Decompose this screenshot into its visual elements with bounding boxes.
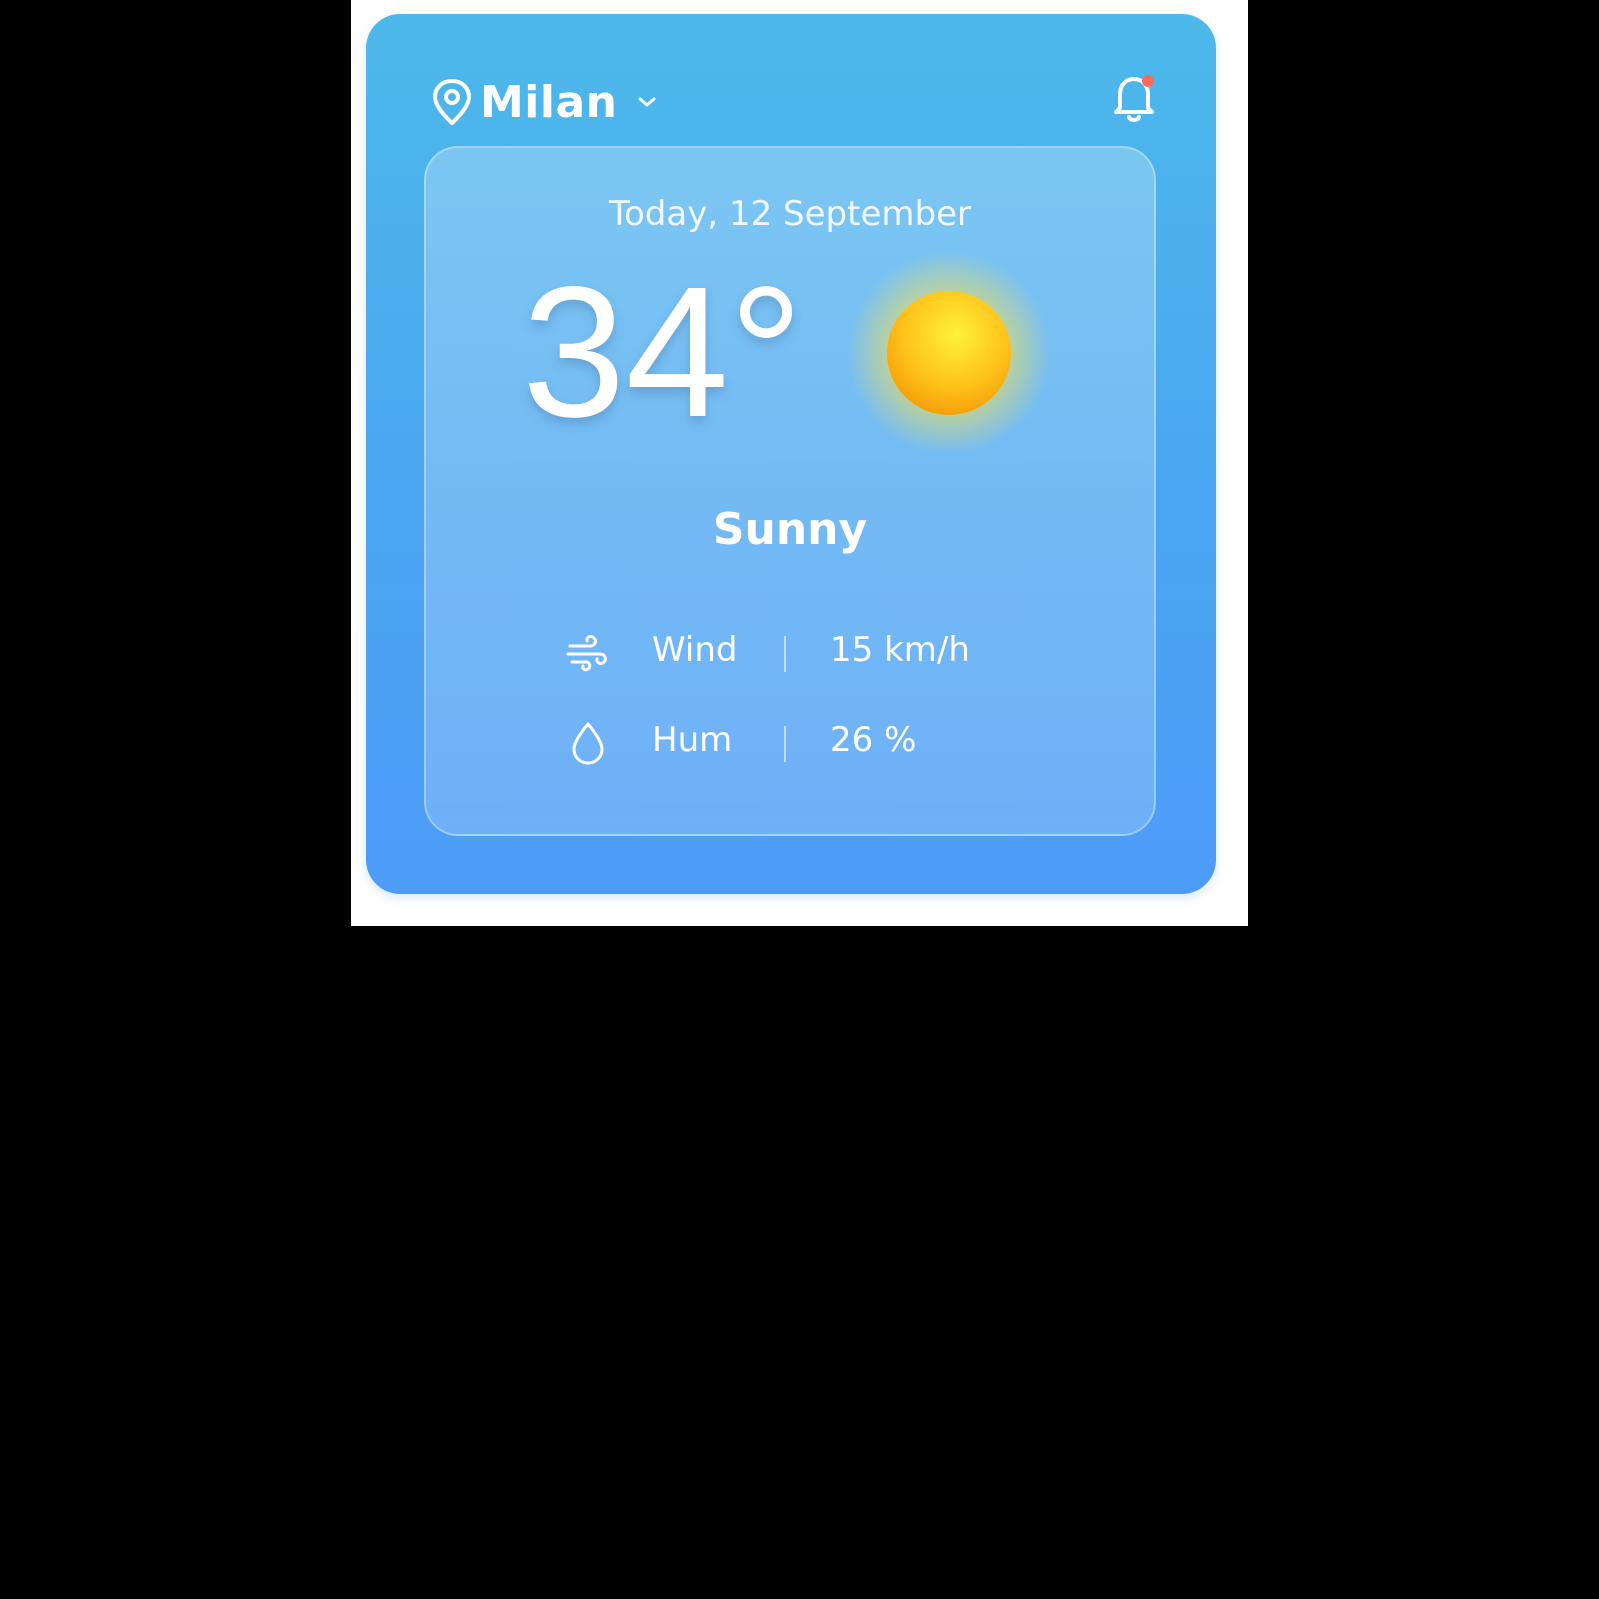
widget-header: Milan [366, 14, 1216, 144]
weather-widget: Milan Today, 12 September 34° Sunny Wind… [366, 14, 1216, 894]
date-label: Today, 12 September [609, 194, 971, 234]
temperature-value: 34° [522, 249, 804, 456]
map-pin-icon [433, 79, 471, 125]
droplet-icon [572, 722, 604, 765]
screen-frame: Milan Today, 12 September 34° Sunny Wind… [351, 0, 1248, 926]
chevron-down-icon[interactable] [635, 90, 659, 114]
divider [784, 636, 786, 672]
wind-value: 15 km/h [830, 630, 970, 670]
humidity-row: Hum 26 % [564, 712, 1034, 772]
notification-dot [1142, 75, 1154, 87]
wind-label: Wind [652, 630, 738, 670]
wind-row: Wind 15 km/h [564, 622, 1034, 682]
humidity-value: 26 % [830, 720, 917, 760]
location-selector[interactable]: Milan [430, 74, 659, 130]
humidity-label: Hum [652, 720, 733, 760]
divider [784, 726, 786, 762]
sun-icon [847, 251, 1051, 455]
bell-icon[interactable] [1108, 70, 1160, 126]
condition-label: Sunny [712, 504, 868, 555]
weather-card: Today, 12 September 34° Sunny Wind 15 km… [424, 146, 1156, 836]
wind-icon [566, 635, 607, 672]
city-name: Milan [480, 76, 618, 128]
